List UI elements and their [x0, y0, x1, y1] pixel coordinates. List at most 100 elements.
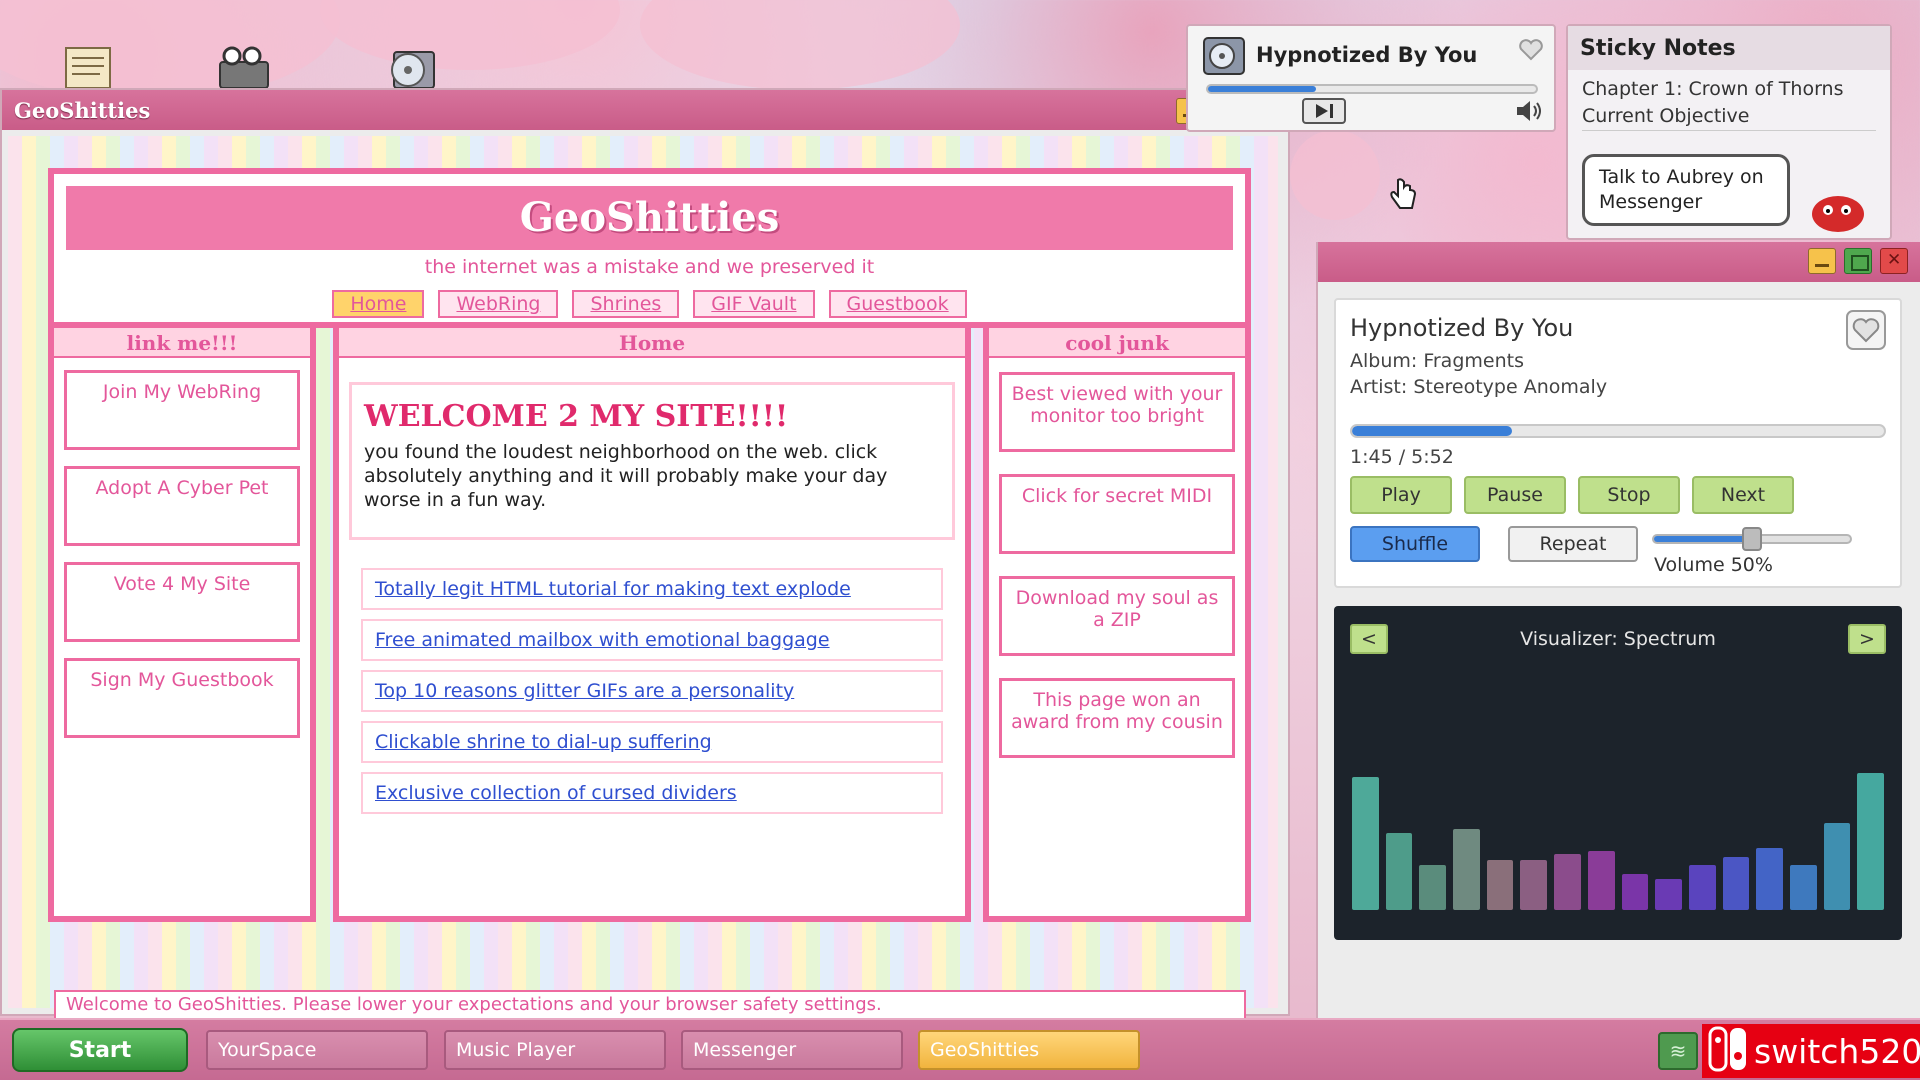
notes-desktop-icon[interactable]: [60, 44, 116, 92]
spectrum-bar: [1722, 856, 1750, 910]
video-camera-desktop-icon[interactable]: [216, 44, 272, 92]
tile-vote-site[interactable]: Vote 4 My Site: [64, 562, 300, 642]
volume-slider[interactable]: [1652, 527, 1852, 551]
tile-download-soul[interactable]: Download my soul as a ZIP: [999, 576, 1235, 656]
next-button[interactable]: Next: [1692, 476, 1794, 514]
spectrum-bar: [1756, 848, 1783, 910]
sticky-chapter: Chapter 1: Crown of Thorns: [1582, 78, 1844, 100]
like-heart-icon[interactable]: [1846, 310, 1886, 354]
play-button[interactable]: Play: [1350, 476, 1452, 514]
center-column-heading: Home: [339, 328, 965, 358]
visualizer-panel: < Visualizer: Spectrum >: [1334, 606, 1902, 940]
artist-name: Artist: Stereotype Anomaly: [1350, 376, 1608, 398]
music-maximize-button[interactable]: [1844, 248, 1872, 274]
spectrum-bar: [1587, 851, 1615, 910]
start-button[interactable]: Start: [12, 1028, 188, 1072]
nav-link-webring[interactable]: WebRing: [438, 290, 559, 318]
song-title: Hypnotized By You: [1350, 314, 1574, 342]
left-column-heading: link me!!!: [54, 328, 310, 358]
nav-link-guestbook[interactable]: Guestbook: [828, 290, 967, 318]
visualizer-title: Visualizer: Spectrum: [1520, 628, 1716, 650]
music-close-button[interactable]: [1880, 248, 1908, 274]
spectrum-bars: [1352, 770, 1884, 910]
link-cursed-dividers[interactable]: Exclusive collection of cursed dividers: [361, 772, 943, 814]
spectrum-bar: [1688, 865, 1716, 910]
stop-button[interactable]: Stop: [1578, 476, 1680, 514]
switch-watermark: switch520: [1702, 1024, 1920, 1078]
tile-monitor-bright[interactable]: Best viewed with your monitor too bright: [999, 372, 1235, 452]
spectrum-bar: [1789, 865, 1817, 910]
repeat-button[interactable]: Repeat: [1508, 526, 1638, 562]
window-titlebar[interactable]: GeoShitties: [2, 90, 1288, 130]
tile-join-webring[interactable]: Join My WebRing: [64, 370, 300, 450]
mini-player-title: Hypnotized By You: [1256, 43, 1478, 67]
link-dialup-shrine[interactable]: Clickable shrine to dial-up suffering: [361, 721, 943, 763]
tile-sign-guestbook[interactable]: Sign My Guestbook: [64, 658, 300, 738]
site-nav: Home WebRing Shrines GIF Vault Guestbook: [54, 290, 1245, 318]
tile-adopt-cyber-pet[interactable]: Adopt A Cyber Pet: [64, 466, 300, 546]
nav-link-home[interactable]: Home: [332, 290, 425, 318]
music-minimize-button[interactable]: [1808, 248, 1836, 274]
pause-button[interactable]: Pause: [1464, 476, 1566, 514]
task-messenger[interactable]: Messenger: [681, 1030, 903, 1070]
task-geoshitties[interactable]: GeoShitties: [918, 1030, 1140, 1070]
tile-secret-midi[interactable]: Click for secret MIDI: [999, 474, 1235, 554]
left-column: link me!!! Join My WebRing Adopt A Cyber…: [48, 322, 316, 922]
right-column-heading: cool junk: [989, 328, 1245, 358]
nav-link-gif-vault[interactable]: GIF Vault: [693, 290, 815, 318]
volume-label: Volume 50%: [1654, 554, 1773, 576]
geoshitties-window: GeoShitties GeoShitties the internet was…: [0, 88, 1290, 1020]
sticky-notes-widget: Sticky Notes Chapter 1: Crown of Thorns …: [1566, 24, 1892, 240]
cd-player-desktop-icon[interactable]: [384, 44, 440, 92]
center-column: Home WELCOME 2 MY SITE!!!! you found the…: [333, 322, 971, 922]
mini-progress-bar[interactable]: [1206, 84, 1538, 94]
sticky-notes-title: Sticky Notes: [1568, 26, 1890, 70]
welcome-title: WELCOME 2 MY SITE!!!!: [364, 399, 789, 434]
volume-icon[interactable]: [1514, 98, 1544, 128]
link-html-tutorial[interactable]: Totally legit HTML tutorial for making t…: [361, 568, 943, 610]
right-column: cool junk Best viewed with your monitor …: [983, 322, 1251, 922]
mini-progress-fill: [1208, 86, 1317, 92]
play-next-icon[interactable]: [1302, 98, 1346, 128]
task-yourspace[interactable]: YourSpace: [206, 1030, 428, 1070]
tile-cousin-award[interactable]: This page won an award from my cousin: [999, 678, 1235, 758]
watermark-text: switch520: [1754, 1031, 1920, 1071]
spectrum-bar: [1520, 859, 1548, 910]
sticky-objective[interactable]: Talk to Aubrey on Messenger: [1582, 154, 1790, 226]
shuffle-button[interactable]: Shuffle: [1350, 526, 1480, 562]
welcome-text: you found the loudest neighborhood on th…: [364, 441, 888, 511]
song-time: 1:45 / 5:52: [1350, 446, 1454, 468]
site-banner: GeoShitties: [66, 186, 1233, 250]
network-tray-icon[interactable]: ≋: [1658, 1032, 1698, 1070]
song-progress-bar[interactable]: [1350, 424, 1886, 438]
album-name: Album: Fragments: [1350, 350, 1524, 372]
player-card: Hypnotized By You Album: Fragments Artis…: [1334, 298, 1902, 588]
switch-logo-icon: [1708, 1026, 1748, 1076]
visualizer-next-button[interactable]: >: [1848, 624, 1886, 654]
spectrum-bar: [1554, 854, 1581, 910]
volume-fill: [1654, 536, 1752, 542]
link-glitter-gifs[interactable]: Top 10 reasons glitter GIFs are a person…: [361, 670, 943, 712]
spectrum-bar: [1655, 879, 1682, 910]
sticky-objective-label: Current Objective: [1582, 103, 1876, 131]
favorite-heart-icon[interactable]: [1518, 38, 1544, 66]
nav-link-shrines[interactable]: Shrines: [572, 290, 680, 318]
spectrum-bar: [1385, 833, 1413, 910]
spectrum-bar: [1453, 828, 1480, 910]
spectrum-bar: [1621, 873, 1649, 910]
taskbar: Start YourSpace Music Player Messenger G…: [0, 1018, 1920, 1080]
spectrum-bar: [1419, 865, 1447, 910]
site-tagline: the internet was a mistake and we preser…: [424, 256, 875, 278]
volume-knob[interactable]: [1742, 527, 1762, 551]
link-animated-mailbox[interactable]: Free animated mailbox with emotional bag…: [361, 619, 943, 661]
link-list: Totally legit HTML tutorial for making t…: [361, 568, 943, 823]
music-disc-icon: [1202, 36, 1246, 80]
spectrum-bar: [1823, 823, 1851, 910]
spectrum-bar: [1486, 859, 1514, 910]
site-content: GeoShitties the internet was a mistake a…: [8, 136, 1278, 1020]
site-header: GeoShitties the internet was a mistake a…: [48, 168, 1251, 328]
task-music-player[interactable]: Music Player: [444, 1030, 666, 1070]
site-status-bar: Welcome to GeoShitties. Please lower you…: [54, 990, 1246, 1020]
window-title: GeoShitties: [14, 97, 151, 123]
spectrum-bar: [1857, 772, 1884, 910]
